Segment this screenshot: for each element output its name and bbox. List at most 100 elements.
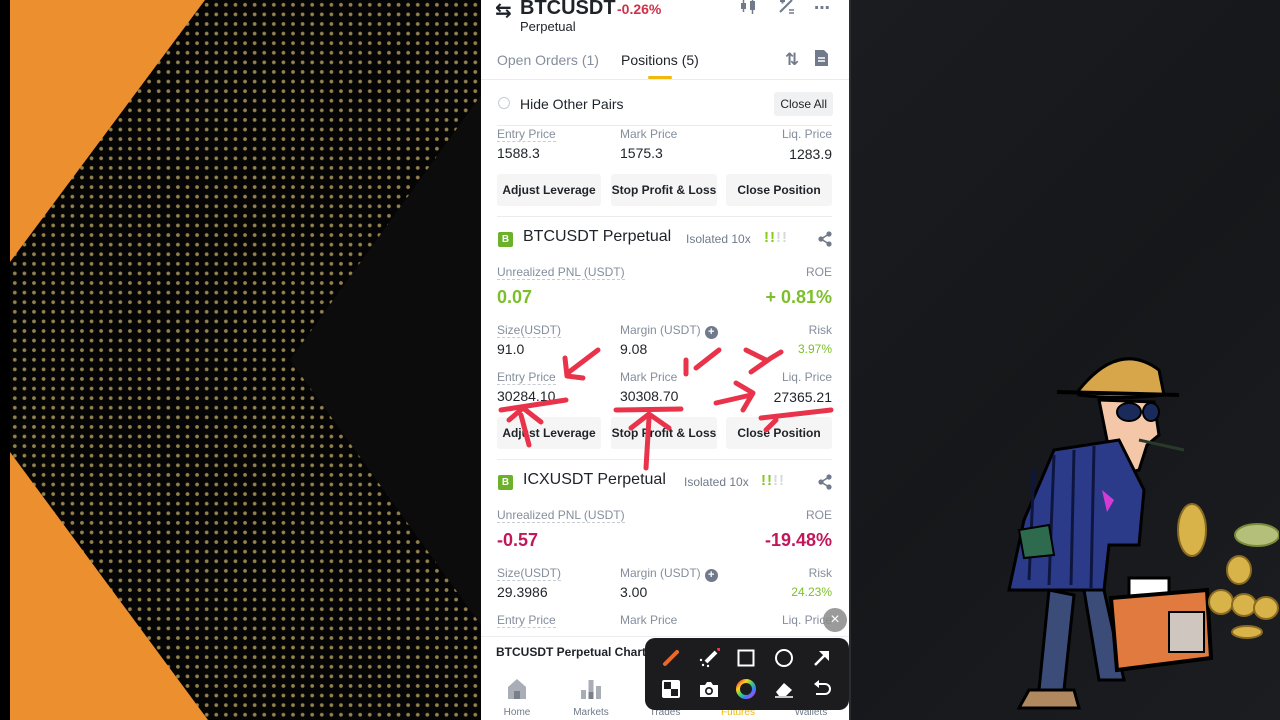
- calculator-icon[interactable]: [778, 0, 796, 19]
- entry-price-label: Entry Price: [497, 370, 556, 385]
- mosaic-icon[interactable]: [657, 675, 685, 703]
- stop-profit-loss-button[interactable]: Stop Profit & Loss: [611, 417, 717, 449]
- mark-price-label: Mark Price: [620, 613, 678, 627]
- arrow-icon[interactable]: [808, 644, 836, 672]
- sort-icon[interactable]: ⇅: [785, 50, 799, 70]
- binance-badge: B: [498, 475, 513, 490]
- roe-value: + 0.81%: [765, 287, 832, 307]
- adjust-leverage-button[interactable]: Adjust Leverage: [497, 174, 601, 206]
- unrealized-pnl-label: Unrealized PNL (USDT): [497, 265, 625, 280]
- liq-price-value: 27365.21: [773, 389, 832, 405]
- circle-icon[interactable]: [770, 644, 798, 672]
- brush-icon[interactable]: [657, 644, 685, 672]
- camera-icon[interactable]: [695, 675, 723, 703]
- stop-profit-loss-button[interactable]: Stop Profit & Loss: [611, 174, 717, 206]
- eraser-icon[interactable]: [770, 675, 798, 703]
- home-icon: [508, 679, 526, 699]
- risk-label: Risk: [808, 566, 832, 580]
- close-all-button[interactable]: Close All: [774, 92, 833, 116]
- nav-label: Markets: [573, 707, 609, 718]
- size-value: 91.0: [497, 341, 525, 357]
- divider: [497, 216, 832, 217]
- add-margin-icon[interactable]: +: [704, 326, 718, 339]
- add-margin-icon[interactable]: +: [704, 569, 718, 582]
- card-header: B BTCUSDT Perpetual Isolated 10x !!!!: [481, 226, 849, 254]
- unrealized-pnl-label: Unrealized PNL (USDT): [497, 508, 625, 523]
- card-header: B ICXUSDT Perpetual Isolated 10x !!!!: [481, 469, 849, 497]
- mark-price-label: Mark Price: [620, 370, 678, 384]
- more-icon[interactable]: ⋯: [814, 0, 830, 18]
- entry-price-label: Entry Price: [497, 127, 556, 142]
- color-wheel-icon[interactable]: [732, 675, 760, 703]
- mark-price-value: 1575.3: [620, 145, 663, 161]
- liq-price-label: Liq. Price: [781, 127, 832, 141]
- share-icon[interactable]: [817, 231, 833, 252]
- close-overlay-button[interactable]: ×: [823, 608, 847, 632]
- phone-screen: ⇆ BTCUSDT -0.26% Perpetual ⋯ Open Orders…: [481, 0, 849, 720]
- binance-badge: B: [498, 232, 513, 247]
- size-label: Size(USDT): [497, 323, 562, 338]
- cartoon-man-with-bitcoin-briefcase: [1007, 357, 1279, 710]
- margin-value: 3.00: [620, 584, 648, 600]
- tab-positions[interactable]: Positions (5): [621, 52, 699, 68]
- pair-title[interactable]: BTCUSDT: [520, 0, 616, 20]
- hide-other-pairs-checkbox[interactable]: [498, 97, 510, 109]
- close-position-button[interactable]: Close Position: [726, 417, 832, 449]
- laser-pen-icon[interactable]: [695, 644, 723, 672]
- hide-other-pairs-label[interactable]: Hide Other Pairs: [520, 96, 623, 112]
- undo-icon[interactable]: [808, 675, 836, 703]
- roe-value: -19.48%: [764, 530, 832, 550]
- nav-markets[interactable]: Markets: [561, 677, 621, 718]
- hide-other-pairs-row: Hide Other Pairs Close All: [481, 88, 849, 120]
- margin-label-text: Margin (USDT): [620, 323, 701, 337]
- divider: [497, 459, 832, 460]
- margin-mode: Isolated 10x: [684, 475, 749, 489]
- divider: [497, 125, 832, 126]
- close-position-button[interactable]: Close Position: [726, 174, 832, 206]
- rectangle-icon[interactable]: [732, 644, 760, 672]
- left-edge: [0, 0, 10, 720]
- margin-mode: Isolated 10x: [686, 232, 751, 246]
- risk-label: Risk: [808, 323, 832, 337]
- roe-label: ROE: [805, 265, 832, 279]
- risk-value: 3.97%: [797, 342, 832, 356]
- chart-link[interactable]: BTCUSDT Perpetual Chart: [496, 645, 646, 659]
- document-icon[interactable]: [815, 50, 828, 71]
- entry-price-label: Entry Price: [497, 613, 556, 628]
- mark-price-value: 30308.70: [620, 388, 679, 404]
- annotation-toolbar: [645, 638, 849, 710]
- left-decorative-background: [0, 0, 481, 720]
- tab-open-orders[interactable]: Open Orders (1): [497, 52, 599, 68]
- divider: [849, 0, 851, 720]
- price-change: -0.26%: [617, 1, 662, 17]
- header: ⇆ BTCUSDT -0.26% Perpetual ⋯: [481, 0, 849, 40]
- liq-price-label: Liq. Price: [781, 370, 832, 384]
- unrealized-pnl-value: -0.57: [497, 530, 539, 550]
- nav-label: Home: [503, 707, 531, 718]
- mark-price-label: Mark Price: [620, 127, 678, 141]
- risk-level-indicator: !!!!: [761, 472, 785, 489]
- size-label: Size(USDT): [497, 566, 562, 581]
- share-icon[interactable]: [817, 474, 833, 495]
- size-value: 29.3986: [497, 584, 548, 600]
- risk-level-indicator: !!!!: [764, 229, 788, 246]
- candlestick-icon[interactable]: [739, 0, 759, 19]
- margin-value: 9.08: [620, 341, 648, 357]
- margin-label: Margin (USDT) +: [620, 566, 718, 582]
- active-tab-indicator: [648, 76, 672, 79]
- right-decorative-background: [849, 0, 1280, 720]
- markets-icon: [581, 680, 601, 699]
- margin-label-text: Margin (USDT): [620, 566, 701, 580]
- nav-home[interactable]: Home: [487, 677, 547, 718]
- liq-price-value: 1283.9: [789, 146, 832, 162]
- pair-subtitle: Perpetual: [520, 19, 576, 34]
- position-title[interactable]: ICXUSDT Perpetual: [523, 471, 666, 489]
- risk-value: 24.23%: [791, 585, 832, 599]
- position-title[interactable]: BTCUSDT Perpetual: [523, 228, 671, 246]
- swap-pair-icon[interactable]: ⇆: [495, 0, 512, 23]
- entry-price-value: 30284.10: [497, 388, 556, 404]
- entry-price-value: 1588.3: [497, 145, 540, 161]
- unrealized-pnl-value: 0.07: [497, 287, 533, 307]
- adjust-leverage-button[interactable]: Adjust Leverage: [497, 417, 601, 449]
- roe-label: ROE: [805, 508, 832, 522]
